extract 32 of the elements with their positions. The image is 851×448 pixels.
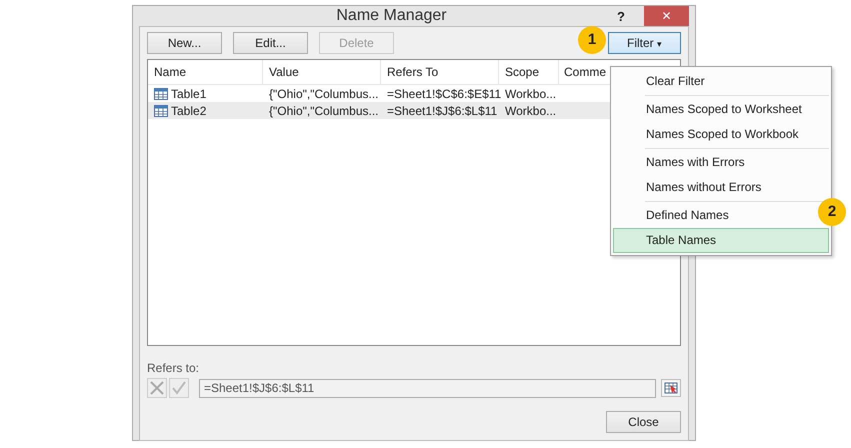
window-title: Name Manager [335,7,448,25]
column-header[interactable]: Value [263,60,381,84]
table-cell-text: =Sheet1!$J$6:$L$11 [386,104,498,118]
close-dialog-button[interactable]: Close [606,411,681,433]
column-header[interactable]: Name [148,60,263,84]
table-icon [154,88,168,100]
column-header[interactable]: Refers To [381,60,499,84]
table-cell-text: =Sheet1!$C$6:$E$11 [386,86,499,100]
step-badge: 2 [818,198,846,226]
collapse-dialog-icon[interactable] [661,379,681,397]
table-cell-text: {"Ohio","Columbus... [268,104,380,118]
help-button[interactable]: ? [610,8,632,24]
menu-item[interactable]: Table Names [613,228,829,253]
menu-item[interactable]: Names without Errors [613,175,829,200]
close-button[interactable]: ✕ [644,6,689,26]
filter-button[interactable]: Filter ▾ [608,32,681,54]
table-cell: Table1 [171,86,206,100]
table-cell-text: Workbo... [504,104,558,118]
table-cell: Table2 [171,104,206,118]
table-cell-text: Workbo... [504,86,558,100]
menu-item[interactable]: Names with Errors [613,150,829,175]
refers-to-field[interactable]: =Sheet1!$J$6:$L$11 [199,378,656,398]
toolbar-button[interactable]: Edit... [233,32,308,54]
table-cell-text: {"Ohio","Columbus... [268,86,380,100]
column-header[interactable]: Comme [559,60,606,84]
menu-item[interactable]: Names Scoped to Workbook [613,122,829,147]
cancel-icon[interactable] [147,378,167,398]
column-header[interactable]: Scope [499,60,559,84]
refers-to-label: Refers to: [147,361,200,375]
checkmark-icon[interactable] [169,378,189,398]
table-icon [154,104,168,116]
toolbar-button[interactable]: New... [147,32,222,54]
